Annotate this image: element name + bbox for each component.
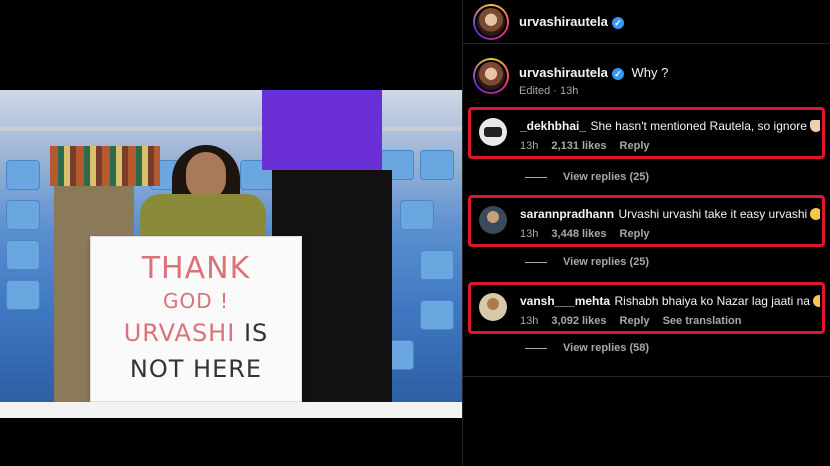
- comment-likes[interactable]: 3,092 likes: [551, 315, 606, 327]
- comment-text: Rishabh bhaiya ko Nazar lag jaati na: [614, 294, 810, 308]
- comment-highlight-box: vansh___mehta Rishabh bhaiya ko Nazar la…: [468, 282, 825, 334]
- comment-meta: 13h 3,448 likes Reply: [520, 228, 660, 240]
- replies-dash: [525, 347, 547, 349]
- commenter-avatar[interactable]: [479, 206, 507, 234]
- handheld-sign: THANK GOD ! URVASHI IS NOT HERE: [90, 236, 302, 402]
- girl-face: [186, 152, 226, 200]
- caption-username[interactable]: urvashirautela: [519, 65, 608, 80]
- sign-line-4: NOT HERE: [129, 355, 263, 383]
- caption-row: urvashirautela ✓ Why ?: [519, 65, 668, 80]
- sign-word-is: IS: [243, 319, 269, 347]
- victory-hand-emoji-icon: [809, 119, 820, 132]
- caption-avatar[interactable]: [473, 58, 509, 94]
- commenter-avatar[interactable]: [479, 118, 507, 146]
- sign-line-2: GOD !: [162, 289, 229, 313]
- caption-meta: Edited · 13h: [519, 85, 579, 97]
- post-photo[interactable]: THANK GOD ! URVASHI IS NOT HERE: [0, 90, 462, 402]
- replies-dash: [525, 261, 547, 263]
- replies-dash: [525, 176, 547, 178]
- stadium-seat: [420, 250, 454, 280]
- comment-meta: 13h 2,131 likes Reply: [520, 140, 660, 152]
- view-replies-button[interactable]: View replies (25): [525, 256, 649, 268]
- stadium-seat: [420, 150, 454, 180]
- sign-line-3: URVASHI IS: [91, 319, 301, 347]
- sign-line-1: THANK: [141, 251, 251, 286]
- commenter-avatar[interactable]: [479, 293, 507, 321]
- heart-eyes-emoji-icon: [810, 207, 820, 220]
- post-header: urvashirautela ✓: [463, 0, 830, 44]
- comment-text: Urvashi urvashi take it easy urvashi: [618, 207, 808, 221]
- view-replies-button[interactable]: View replies (25): [525, 171, 649, 183]
- author-username-text: urvashirautela: [519, 14, 608, 29]
- stadium-seat: [6, 280, 40, 310]
- comment-highlight-box: _dekhbhai_ She hasn't mentioned Rautela,…: [468, 107, 825, 159]
- comment-body: sarannpradhann Urvashi urvashi take it e…: [520, 205, 820, 223]
- logo-mark: [484, 127, 502, 137]
- comment-body: _dekhbhai_ She hasn't mentioned Rautela,…: [520, 117, 820, 135]
- view-replies-label: View replies (58): [563, 342, 650, 354]
- comment-time[interactable]: 13h: [520, 315, 538, 327]
- stadium-seat: [6, 200, 40, 230]
- comment-text: She hasn't mentioned Rautela, so ignore: [590, 119, 807, 133]
- avatar-face: [487, 298, 499, 310]
- post-sidebar: urvashirautela ✓ urvashirautela ✓ Why ? Ed…: [462, 0, 830, 466]
- post-media-pane: THANK GOD ! URVASHI IS NOT HERE: [0, 0, 462, 466]
- comment-likes[interactable]: 3,448 likes: [551, 228, 606, 240]
- view-replies-button[interactable]: View replies (58): [525, 342, 649, 354]
- comment-time[interactable]: 13h: [520, 140, 538, 152]
- reply-button[interactable]: Reply: [620, 315, 650, 327]
- see-translation-button[interactable]: See translation: [663, 315, 742, 327]
- comment-meta: 13h 3,092 likes Reply See translation: [520, 315, 751, 327]
- reply-button[interactable]: Reply: [620, 228, 650, 240]
- sign-word-urvashi: URVASHI: [123, 319, 236, 347]
- purple-jersey: [262, 90, 382, 170]
- author-avatar[interactable]: [473, 4, 509, 40]
- view-replies-label: View replies (25): [563, 171, 650, 183]
- heart-eyes-emoji-icon: [812, 294, 820, 307]
- stadium-seat: [6, 160, 40, 190]
- comment-time[interactable]: 13h: [520, 228, 538, 240]
- comment-username[interactable]: vansh___mehta: [520, 294, 610, 308]
- verified-badge-icon: ✓: [611, 16, 624, 29]
- verified-badge-icon: ✓: [611, 67, 624, 80]
- view-replies-label: View replies (25): [563, 256, 650, 268]
- divider: [463, 376, 830, 377]
- comment-highlight-box: sarannpradhann Urvashi urvashi take it e…: [468, 195, 825, 247]
- stadium-seat: [400, 200, 434, 230]
- stadium-seat: [6, 240, 40, 270]
- author-username[interactable]: urvashirautela ✓: [519, 14, 624, 29]
- stadium-seat: [420, 300, 454, 330]
- comment-username[interactable]: _dekhbhai_: [520, 119, 586, 133]
- comment-body: vansh___mehta Rishabh bhaiya ko Nazar la…: [520, 292, 820, 310]
- avatar-face: [487, 211, 499, 223]
- striped-shirt: [50, 146, 160, 186]
- comment-username[interactable]: sarannpradhann: [520, 207, 614, 221]
- caption-text: Why ?: [631, 65, 669, 80]
- avatar-image: [475, 60, 507, 92]
- reply-button[interactable]: Reply: [620, 140, 650, 152]
- avatar-image: [475, 6, 507, 38]
- comment-likes[interactable]: 2,131 likes: [551, 140, 606, 152]
- photo-border: [0, 402, 462, 418]
